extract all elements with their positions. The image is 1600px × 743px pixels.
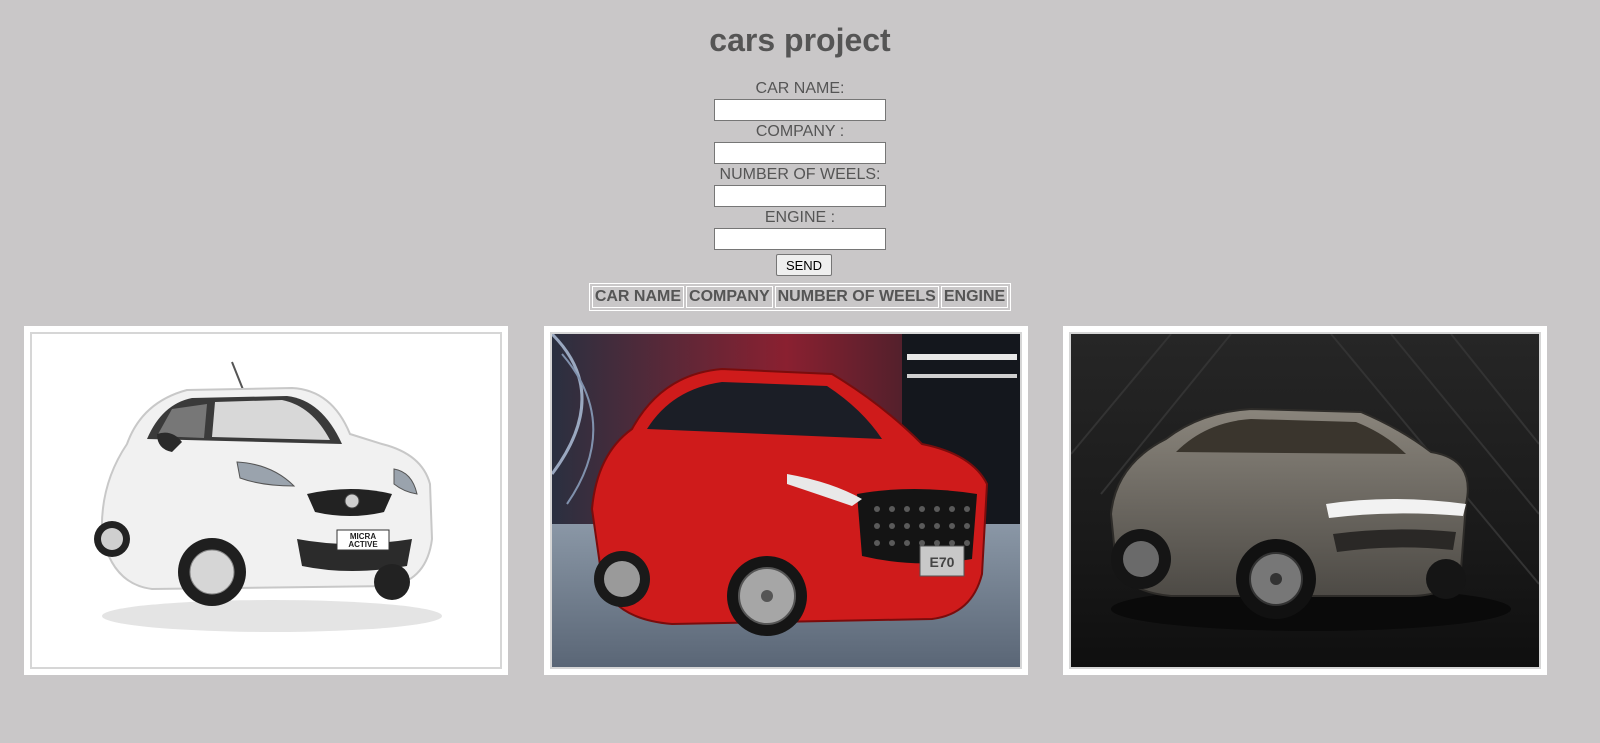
table-header-car-name: CAR NAME — [591, 286, 685, 308]
table-header-engine: ENGINE — [940, 286, 1009, 308]
cars-table-wrapper: CAR NAME COMPANY NUMBER OF WEELS ENGINE — [0, 283, 1600, 311]
page-title: cars project — [709, 22, 891, 58]
company-input[interactable] — [714, 142, 886, 164]
table-header-row: CAR NAME COMPANY NUMBER OF WEELS ENGINE — [591, 286, 1009, 308]
grey-concept-suv-photo — [1069, 332, 1541, 669]
plate-text-line-2: ACTIVE — [348, 540, 378, 549]
car-form: CAR NAME: COMPANY : NUMBER OF WEELS: ENG… — [0, 80, 1600, 276]
engine-input[interactable] — [714, 228, 886, 250]
car-name-label: CAR NAME: — [755, 80, 845, 97]
photo-frame-2: E70 — [544, 326, 1028, 675]
white-hatchback-car-photo: MICRA ACTIVE — [30, 332, 502, 669]
car-name-input[interactable] — [714, 99, 886, 121]
grey-suv-illustration — [1071, 334, 1539, 667]
table-header-number-of-wheels: NUMBER OF WEELS — [774, 286, 939, 308]
table-header-company: COMPANY — [686, 286, 773, 308]
plate-text: E70 — [930, 554, 955, 570]
red-sedan-illustration: E70 — [552, 334, 1020, 667]
photo-frame-1: MICRA ACTIVE — [24, 326, 508, 675]
company-label: COMPANY : — [755, 123, 845, 140]
number-of-wheels-input[interactable] — [714, 185, 886, 207]
cars-table: CAR NAME COMPANY NUMBER OF WEELS ENGINE — [588, 283, 1012, 311]
number-of-wheels-label: NUMBER OF WEELS: — [719, 166, 881, 183]
white-hatchback-illustration: MICRA ACTIVE — [32, 334, 500, 667]
photo-frame-3 — [1063, 326, 1547, 675]
engine-label: ENGINE : — [764, 209, 836, 226]
send-button[interactable]: SEND — [776, 254, 832, 276]
car-gallery: MICRA ACTIVE E70 — [24, 326, 1576, 675]
red-sedan-car-photo: E70 — [550, 332, 1022, 669]
